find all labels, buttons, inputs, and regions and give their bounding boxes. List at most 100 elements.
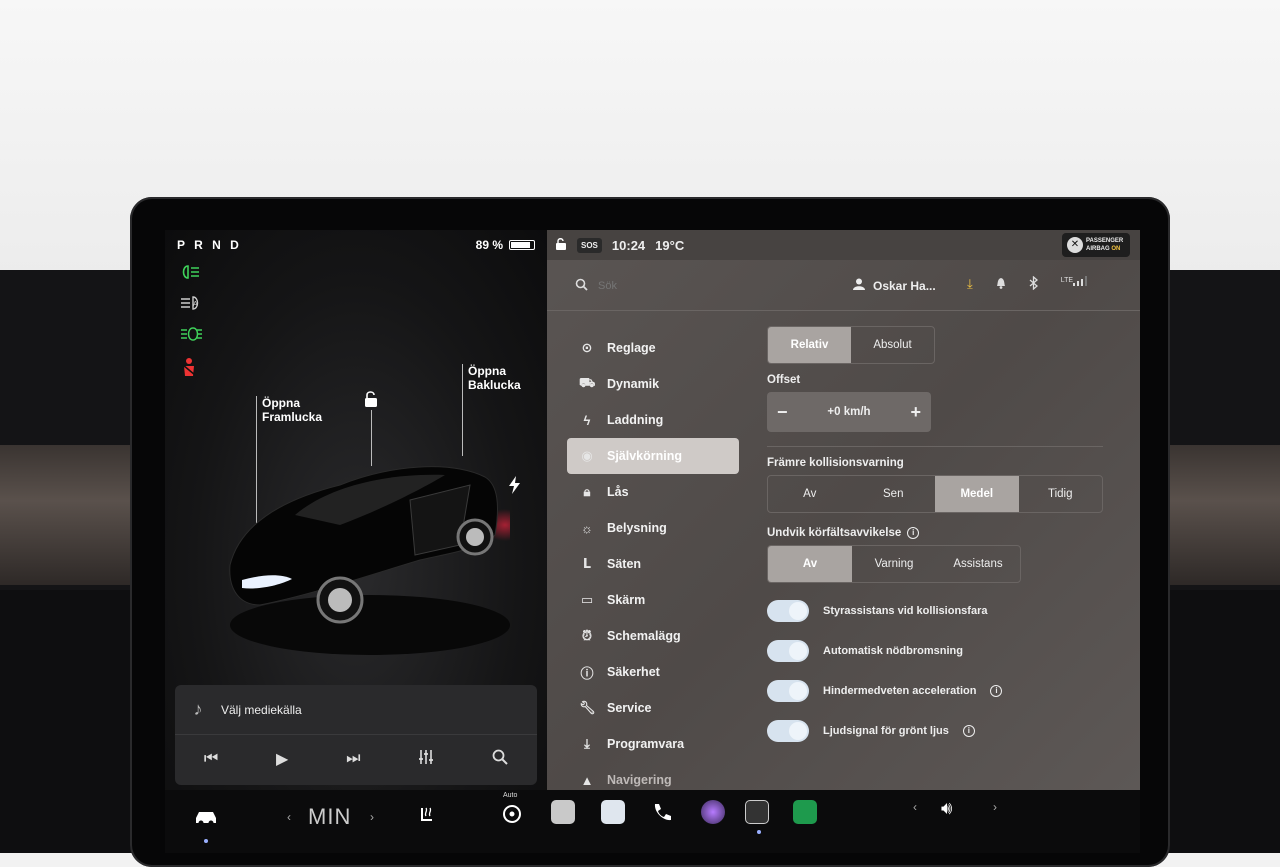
rear-trunk-callout[interactable]: Öppna Baklucka bbox=[468, 364, 521, 392]
airbag-state: ON bbox=[1111, 246, 1121, 252]
lane-departure-label: Undvik körfältsavvikelse i bbox=[767, 527, 1107, 539]
minus-button[interactable]: − bbox=[777, 402, 788, 423]
toggle-label: Hindermedveten acceleration bbox=[823, 685, 977, 697]
app-launcher-icon[interactable] bbox=[745, 800, 769, 824]
hindermedveten-toggle[interactable] bbox=[767, 680, 809, 702]
headlight-icon bbox=[179, 264, 201, 282]
camera-lens-icon[interactable] bbox=[701, 800, 725, 824]
nav-item-reglage[interactable]: ⊙ Reglage bbox=[567, 330, 739, 366]
previous-track-icon[interactable]: ⏮ bbox=[204, 750, 218, 768]
search-input[interactable] bbox=[598, 280, 798, 292]
camera-app-icon[interactable] bbox=[551, 800, 575, 824]
nav-label: Självkörning bbox=[607, 449, 683, 463]
next-track-icon[interactable]: ⏭ bbox=[346, 750, 360, 768]
phone-icon[interactable] bbox=[651, 802, 673, 829]
battery-percent: 89 % bbox=[475, 238, 503, 252]
seat-icon: ᒪ bbox=[582, 556, 592, 571]
rear-trunk-line bbox=[462, 364, 463, 456]
lock-icon: 🔒︎ bbox=[583, 484, 591, 499]
info-icon[interactable]: i bbox=[990, 685, 1003, 697]
nav-item-saten[interactable]: ᒪ Säten bbox=[567, 546, 739, 582]
airbag-icon: ✕ bbox=[1067, 237, 1083, 253]
collision-warning-selector: Av Sen Medel Tidig bbox=[767, 475, 1103, 513]
toggle-list: Styrassistans vid kollisionsfara Automat… bbox=[767, 591, 1107, 751]
media-controls: ⏮ ▶ ⏭ bbox=[175, 735, 537, 783]
front-trunk-callout[interactable]: Öppna Framlucka bbox=[262, 396, 322, 424]
nav-item-schemalagg[interactable]: ⏰︎ Schemalägg bbox=[567, 618, 739, 654]
offset-stepper: − +0 km/h + bbox=[767, 392, 931, 432]
seat-heater-icon[interactable] bbox=[417, 806, 437, 831]
nav-item-sjalvkorning[interactable]: ◉ Självkörning bbox=[567, 438, 739, 474]
temp-down-chevron-icon[interactable]: ‹ bbox=[287, 810, 291, 824]
seatbelt-warning-icon bbox=[179, 357, 201, 376]
speed-mode-absolut[interactable]: Absolut bbox=[851, 327, 934, 363]
toggle-label: Ljudsignal för grönt ljus bbox=[823, 725, 949, 737]
media-source-row[interactable]: ♪ Välj mediekälla bbox=[175, 685, 537, 735]
gear-indicator: P R N D bbox=[177, 238, 242, 252]
wrench-icon: 🔧︎ bbox=[579, 700, 596, 715]
unlock-status-icon[interactable] bbox=[555, 237, 567, 254]
lane-option-av[interactable]: Av bbox=[768, 546, 852, 582]
collision-option-av[interactable]: Av bbox=[768, 476, 852, 512]
nav-item-las[interactable]: 🔒︎ Lås bbox=[567, 474, 739, 510]
volume-down-chevron-icon[interactable]: ‹ bbox=[913, 800, 917, 814]
volume-icon[interactable]: 🔊︎ bbox=[941, 798, 952, 819]
nodbromsning-toggle[interactable] bbox=[767, 640, 809, 662]
lane-option-assistans[interactable]: Assistans bbox=[936, 546, 1020, 582]
notes-app-icon[interactable] bbox=[601, 800, 625, 824]
fog-light-icon bbox=[179, 326, 202, 344]
nav-item-navigering[interactable]: ▲ Navigering bbox=[567, 762, 739, 790]
active-dot bbox=[204, 839, 208, 843]
collision-option-sen[interactable]: Sen bbox=[852, 476, 936, 512]
bell-icon[interactable] bbox=[995, 276, 1007, 293]
play-icon[interactable]: ▶ bbox=[276, 749, 288, 769]
equalizer-icon[interactable] bbox=[418, 749, 434, 770]
info-icon[interactable]: i bbox=[962, 725, 975, 737]
styrassistans-toggle[interactable] bbox=[767, 600, 809, 622]
nav-item-programvara[interactable]: ⤓ Programvara bbox=[567, 726, 739, 762]
launcher-active-dot bbox=[757, 830, 761, 834]
touchscreen: P R N D 89 % A Öppna Framlucka Öppna Bak… bbox=[165, 230, 1140, 790]
lte-signal-icon: LTE bbox=[1061, 272, 1088, 289]
stocks-app-icon[interactable] bbox=[793, 800, 817, 824]
steering-heater-icon[interactable] bbox=[502, 804, 522, 829]
display-icon: ▭ bbox=[580, 592, 594, 607]
bluetooth-icon[interactable] bbox=[1029, 275, 1039, 293]
nav-item-service[interactable]: 🔧︎ Service bbox=[567, 690, 739, 726]
navigation-icon: ▲ bbox=[580, 772, 594, 788]
user-profile[interactable]: Oskar Ha... bbox=[853, 278, 936, 293]
settings-panel: SOS 10:24 19°C ✕ PASSENGER AIRBAG ON Osk… bbox=[547, 230, 1140, 790]
info-icon[interactable]: i bbox=[907, 527, 920, 539]
nav-item-sakerhet[interactable]: ⓘ Säkerhet bbox=[567, 654, 739, 690]
header-divider bbox=[547, 310, 1140, 311]
software-download-icon[interactable]: ⤓ bbox=[967, 276, 973, 293]
toggle-row-gront-ljus: Ljudsignal för grönt ljus i bbox=[767, 711, 1107, 751]
search-icon[interactable] bbox=[492, 749, 508, 770]
clock: 10:24 bbox=[611, 237, 646, 253]
nav-label: Laddning bbox=[607, 413, 664, 427]
cabin-temperature[interactable]: MIN bbox=[308, 804, 351, 830]
battery-status: 89 % bbox=[476, 238, 535, 252]
toggle-row-hindermedveten: Hindermedveten acceleration i bbox=[767, 671, 1107, 711]
temp-up-chevron-icon[interactable]: › bbox=[370, 810, 374, 824]
speed-mode-relativ[interactable]: Relativ bbox=[768, 327, 851, 363]
nav-item-laddning[interactable]: ϟ Laddning bbox=[567, 402, 739, 438]
plus-button[interactable]: + bbox=[910, 402, 921, 423]
gront-ljus-toggle[interactable] bbox=[767, 720, 809, 742]
lane-option-varning[interactable]: Varning bbox=[852, 546, 936, 582]
car-icon[interactable] bbox=[193, 808, 219, 831]
lane-departure-selector: Av Varning Assistans bbox=[767, 545, 1021, 583]
collision-option-tidig[interactable]: Tidig bbox=[1019, 476, 1103, 512]
lane-departure-text: Undvik körfältsavvikelse bbox=[767, 527, 902, 539]
sos-button[interactable]: SOS bbox=[577, 237, 602, 253]
nav-item-skarm[interactable]: ▭ Skärm bbox=[567, 582, 739, 618]
nav-item-belysning[interactable]: ☼ Belysning bbox=[567, 510, 739, 546]
charge-port-icon[interactable] bbox=[508, 476, 522, 499]
nav-item-dynamik[interactable]: ⛟ Dynamik bbox=[567, 366, 739, 402]
collision-option-medel[interactable]: Medel bbox=[935, 476, 1019, 512]
volume-up-chevron-icon[interactable]: › bbox=[993, 800, 997, 814]
unlock-icon[interactable] bbox=[363, 390, 379, 412]
battery-fill bbox=[511, 242, 530, 248]
person-icon bbox=[853, 278, 865, 293]
nav-label: Säkerhet bbox=[607, 665, 660, 679]
